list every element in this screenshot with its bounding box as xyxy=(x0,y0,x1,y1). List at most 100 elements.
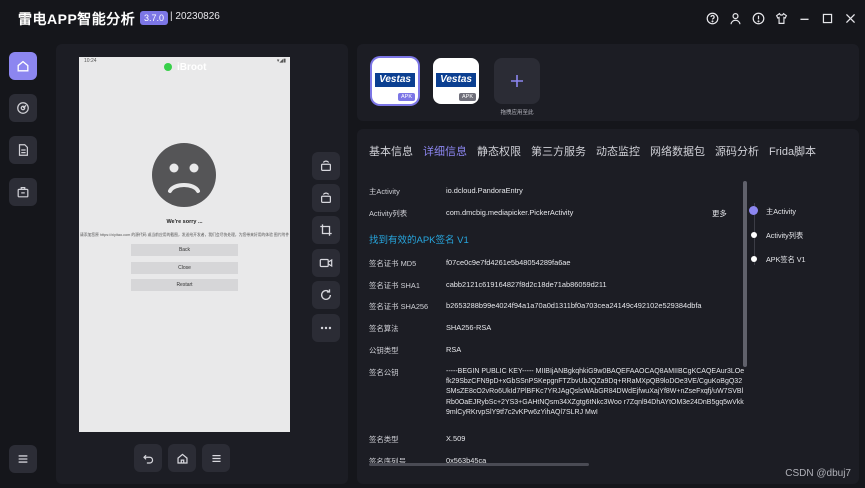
tab-third-party[interactable]: 第三方服务 xyxy=(531,143,586,159)
alert-circle-icon[interactable] xyxy=(749,9,767,27)
kv-key: 公钥类型 xyxy=(369,346,399,355)
help-circle-icon[interactable] xyxy=(703,9,721,27)
tab-source-analysis[interactable]: 源码分析 xyxy=(715,143,759,159)
nav-menu-button[interactable] xyxy=(202,444,230,472)
minimize-icon[interactable] xyxy=(795,9,813,27)
kv-value: b2653288b99e4024f94a1a70a0d1311bf0a703ce… xyxy=(446,301,702,310)
build-date: | 20230826 xyxy=(170,11,220,22)
kv-value: SHA256-RSA xyxy=(446,323,492,332)
phone-recording-dot xyxy=(164,63,172,71)
watermark: CSDN @dbuj7 xyxy=(785,468,851,479)
kv-key: 主Activity xyxy=(369,187,400,196)
horizontal-scrollbar[interactable] xyxy=(369,463,589,466)
kv-value: f07ce0c9e7fd4261e5b48054289fa6ae xyxy=(446,258,571,267)
sidebar-item-home[interactable] xyxy=(9,52,37,80)
record-video-button[interactable] xyxy=(312,249,340,277)
left-sidebar xyxy=(0,38,46,488)
apk-tile[interactable]: Vestas APK xyxy=(372,58,418,104)
phone-back-button[interactable]: Back xyxy=(131,244,238,256)
rotate-right-button[interactable] xyxy=(312,184,340,212)
more-horizontal-icon xyxy=(320,326,332,330)
nav-back-button[interactable] xyxy=(134,444,162,472)
anchor-dot xyxy=(751,232,757,238)
tab-dynamic-monitor[interactable]: 动态监控 xyxy=(596,143,640,159)
more-tools-button[interactable] xyxy=(312,314,340,342)
tab-frida-script[interactable]: Frida脚本 xyxy=(769,143,816,159)
record-video-icon xyxy=(319,258,333,268)
phone-close-button[interactable]: Close xyxy=(131,262,238,274)
vertical-scrollbar[interactable] xyxy=(743,181,747,367)
anchor-label: APK签名 V1 xyxy=(766,255,806,264)
back-icon xyxy=(142,454,153,464)
kv-value: io.dcloud.PandoraEntry xyxy=(446,186,523,195)
rotate-left-icon xyxy=(321,160,331,171)
drag-hint: 拖拽应用至此 xyxy=(500,110,534,116)
kv-value: RSA xyxy=(446,345,462,354)
device-panel: 10:24 ▾◢▮ iBroot We're sorry ... 请添加您原 h… xyxy=(56,44,348,484)
kv-value: X.509 xyxy=(446,434,466,443)
tab-basic-info[interactable]: 基本信息 xyxy=(369,143,413,159)
anchor-label: 主Activity xyxy=(766,207,796,216)
signature-section-title: 找到有效的APK签名 V1 xyxy=(369,235,469,246)
sidebar-item-scan[interactable] xyxy=(9,94,37,122)
shirt-icon[interactable] xyxy=(772,9,790,27)
menu-icon xyxy=(18,455,28,463)
app-title: 雷电APP智能分析 xyxy=(18,11,136,27)
kv-value: cabb2121c619164827f8d2c18de71ab86059d211 xyxy=(446,280,607,289)
kv-key: Activity列表 xyxy=(369,209,408,218)
detail-panel: 基本信息 详细信息 静态权限 第三方服务 动态监控 网络数据包 源码分析 Frida脚本 主A… xyxy=(357,129,859,484)
sidebar-item-report[interactable] xyxy=(9,136,37,164)
plus-icon xyxy=(511,75,523,87)
refresh-icon xyxy=(320,289,332,300)
title-bar: 雷电APP智能分析 3.7.0 | 20230826 xyxy=(0,0,865,38)
home-icon xyxy=(176,453,188,464)
sad-face-icon xyxy=(152,143,216,207)
briefcase-icon xyxy=(17,187,29,198)
vestas-logo: Vestas xyxy=(375,73,415,87)
tab-bar: 基本信息 详细信息 静态权限 第三方服务 动态监控 网络数据包 源码分析 Frida脚本 xyxy=(369,142,826,159)
sidebar-item-toolbox[interactable] xyxy=(9,178,37,206)
section-anchor-nav: 主Activity Activity列表 APK签名 V1 xyxy=(749,197,850,287)
device-nav-bar xyxy=(134,444,230,472)
document-icon xyxy=(18,144,28,156)
tab-detail-info[interactable]: 详细信息 xyxy=(423,143,467,159)
apk-tile[interactable]: Vestas APK xyxy=(433,58,479,104)
close-icon[interactable] xyxy=(841,9,859,27)
crop-button[interactable] xyxy=(312,216,340,244)
phone-restart-button[interactable]: Restart xyxy=(131,279,238,291)
apk-tag: APK xyxy=(458,93,476,101)
kv-key: 签名证书 SHA1 xyxy=(369,281,420,290)
nav-home-button[interactable] xyxy=(168,444,196,472)
refresh-button[interactable] xyxy=(312,281,340,309)
tab-network-packets[interactable]: 网络数据包 xyxy=(650,143,705,159)
phone-brand-label: iBroot xyxy=(177,62,207,73)
kv-key: 签名公钥 xyxy=(369,368,399,377)
detail-content: 主Activity io.dcloud.PandoraEntry Activit… xyxy=(369,186,747,469)
add-app-button[interactable] xyxy=(494,58,540,104)
maximize-icon[interactable] xyxy=(818,9,836,27)
kv-key: 签名算法 xyxy=(369,324,399,333)
radar-icon xyxy=(17,102,29,114)
public-key-value: -----BEGIN PUBLIC KEY----- MIIBIjANBgkqh… xyxy=(446,368,745,416)
error-subtitle: 请添加您原 https://xiyitao.com 的源代码 或当前应用的截图，… xyxy=(79,233,290,237)
menu-icon xyxy=(211,454,221,462)
anchor-dot xyxy=(749,206,758,215)
home-icon xyxy=(17,60,29,72)
phone-status-time: 10:24 xyxy=(84,58,97,64)
version-badge: 3.7.0 xyxy=(140,11,169,25)
sidebar-menu-button[interactable] xyxy=(9,445,37,473)
anchor-dot xyxy=(751,256,757,262)
more-link[interactable]: 更多 xyxy=(712,208,727,219)
apk-tag: APK xyxy=(397,93,415,101)
apps-panel: Vestas APK Vestas APK 拖拽应用至此 xyxy=(357,44,859,121)
rotate-left-button[interactable] xyxy=(312,152,340,180)
error-title: We're sorry ... xyxy=(166,219,203,225)
user-icon[interactable] xyxy=(726,9,744,27)
crop-icon xyxy=(320,224,332,236)
kv-key: 签名证书 MD5 xyxy=(369,259,417,268)
tab-static-permissions[interactable]: 静态权限 xyxy=(477,143,521,159)
window-controls xyxy=(703,9,859,27)
kv-key: 签名证书 SHA256 xyxy=(369,302,429,311)
phone-status-icons: ▾◢▮ xyxy=(276,58,286,64)
phone-screen[interactable]: 10:24 ▾◢▮ iBroot We're sorry ... 请添加您原 h… xyxy=(79,57,290,432)
